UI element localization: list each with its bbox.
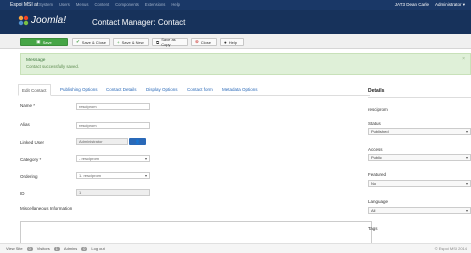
contact-tabs: Edit Contact Publishing Options Contact …	[18, 84, 370, 96]
language-label: Language	[368, 199, 389, 204]
help-label: Help	[228, 39, 237, 45]
category-label: Category *	[20, 157, 42, 162]
access-label: Access	[368, 147, 383, 152]
details-heading: Details	[368, 88, 385, 94]
message-text: Contact successfully saved.	[26, 64, 80, 69]
save-close-button[interactable]: ✔ Save & Close	[72, 38, 110, 46]
status-value: Published	[371, 129, 389, 134]
close-button[interactable]: ⊗ Close	[191, 38, 217, 46]
check-icon: ✔	[76, 39, 80, 44]
plus-icon: +	[117, 39, 120, 45]
featured-label: Featured	[368, 172, 387, 177]
access-value: Public	[371, 155, 382, 160]
save-close-label: Save & Close	[81, 39, 107, 45]
chevron-down-icon: ▾	[465, 181, 468, 186]
message-heading: Message	[26, 58, 46, 63]
user-menu[interactable]: Administrator ▾	[435, 2, 465, 8]
linked-user-field: Administrator	[76, 138, 128, 145]
chevron-down-icon: ▾	[465, 208, 468, 213]
save-copy-button[interactable]: ⧉ Save as Copy	[152, 37, 188, 47]
close-label: Close	[200, 39, 212, 45]
menu-users[interactable]: Users	[59, 2, 70, 7]
site-brand-link[interactable]: Espoi MSI at	[10, 2, 38, 8]
site-name-link[interactable]: JAT3 Dean Carle	[395, 2, 429, 8]
name-input[interactable]: resciprom	[76, 103, 150, 110]
linked-user-label: Linked User	[20, 140, 45, 145]
id-label: ID	[20, 191, 25, 196]
save-copy-label: Save as Copy	[161, 37, 176, 47]
details-divider	[368, 97, 471, 98]
toolbar: ▣ Save ✔ Save & Close + Save & New ⧉ Sav…	[0, 34, 471, 49]
help-icon: ●	[224, 39, 227, 45]
menu-components[interactable]: Components	[115, 2, 139, 7]
view-site-link[interactable]: View Site	[6, 246, 23, 251]
messages-count-badge: 0	[81, 246, 88, 251]
admins-count-badge: 1	[53, 246, 60, 251]
tab-contact-details[interactable]: Contact Details	[106, 84, 137, 96]
status-items: View Site 0 Visitors 1 Admins 0 Log out	[6, 246, 105, 251]
featured-value: No	[371, 181, 377, 186]
menu-help[interactable]: Help	[171, 2, 180, 7]
visitors-label: Visitors	[36, 246, 50, 251]
menu-extensions[interactable]: Extensions	[145, 2, 165, 7]
save-icon: ▣	[36, 39, 41, 44]
menu-system[interactable]: System	[39, 2, 53, 7]
joomla-logo-text: Joomla!	[31, 15, 67, 26]
menu-content[interactable]: Content	[94, 2, 109, 7]
save-new-button[interactable]: + Save & New	[113, 38, 149, 46]
language-value: All	[371, 208, 376, 213]
ordering-value: 1. resciprom	[79, 173, 102, 178]
save-button-label: Save	[42, 39, 52, 45]
joomla-logo: Joomla!	[18, 15, 66, 26]
name-label: Name *	[20, 103, 36, 108]
id-field: 1	[76, 189, 150, 196]
success-message: Message Contact successfully saved. ×	[20, 53, 471, 75]
status-label: Status	[368, 121, 381, 126]
dismiss-message-button[interactable]: ×	[462, 56, 465, 62]
select-user-button[interactable]: 👤	[129, 138, 146, 145]
chevron-down-icon: ▾	[465, 129, 468, 134]
save-new-label: Save & New	[121, 39, 144, 45]
tab-metadata-options[interactable]: Metadata Options	[222, 84, 258, 96]
top-menu: System Users Menus Content Components Ex…	[39, 2, 180, 7]
alias-input[interactable]: resciprom	[76, 122, 150, 129]
category-value: - resciprom	[79, 156, 100, 161]
featured-select[interactable]: No ▾	[368, 180, 471, 187]
chevron-down-icon: ▾	[465, 155, 468, 160]
ordering-select[interactable]: 1. resciprom ▾	[76, 172, 150, 179]
tags-label: Tags	[368, 226, 378, 231]
tab-edit-contact[interactable]: Edit Contact	[18, 84, 51, 96]
help-button[interactable]: ● Help	[220, 38, 244, 46]
logout-link[interactable]: Log out	[91, 246, 104, 251]
status-select[interactable]: Published ▾	[368, 128, 471, 135]
visitors-count-badge: 0	[26, 246, 33, 251]
navbar-right: JAT3 Dean Carle Administrator ▾	[395, 2, 465, 8]
chevron-down-icon: ▾	[144, 156, 147, 161]
copy-icon: ⧉	[156, 39, 160, 45]
copyright-text: © Espoi MSI 2014	[434, 246, 467, 251]
tab-display-options[interactable]: Display Options	[146, 84, 178, 96]
chevron-down-icon: ▾	[144, 173, 147, 178]
menu-menus[interactable]: Menus	[76, 2, 89, 7]
category-select[interactable]: - resciprom ▾	[76, 155, 150, 162]
user-icon: 👤	[135, 139, 140, 144]
close-icon: ⊗	[195, 39, 199, 44]
joomla-logo-icon	[18, 15, 29, 26]
top-navbar: Espoi MSI at System Users Menus Content …	[0, 0, 471, 10]
ordering-label: Ordering	[20, 174, 38, 179]
admins-label: Admins	[63, 246, 78, 251]
access-select[interactable]: Public ▾	[368, 154, 471, 161]
alias-label: Alias	[20, 122, 30, 127]
status-bar: View Site 0 Visitors 1 Admins 0 Log out …	[0, 243, 471, 253]
tab-contact-form[interactable]: Contact form	[187, 84, 213, 96]
misc-info-label: Miscellaneous Information	[20, 206, 73, 211]
page-header: Joomla! Contact Manager: Contact	[0, 10, 471, 34]
language-select[interactable]: All ▾	[368, 207, 471, 214]
tab-publishing-options[interactable]: Publishing Options	[60, 84, 98, 96]
page-title: Contact Manager: Contact	[92, 18, 186, 27]
save-button[interactable]: ▣ Save	[20, 38, 68, 46]
details-name-value: resciprom	[368, 107, 388, 112]
